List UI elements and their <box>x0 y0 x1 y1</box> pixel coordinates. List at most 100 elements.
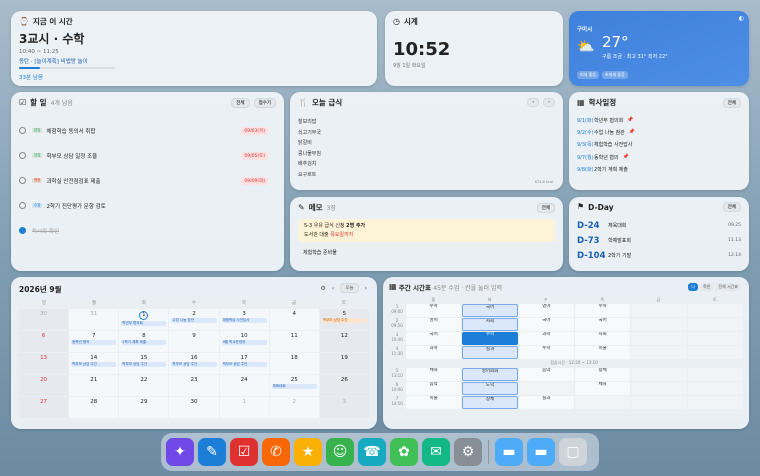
calendar-day[interactable]: 9 <box>169 331 219 352</box>
timetable-cell[interactable] <box>687 396 743 409</box>
calendar-event[interactable]: 9월 학교운영위 <box>221 340 267 345</box>
timetable-cell[interactable]: 실과 <box>462 346 518 359</box>
memo-all-button[interactable]: 전체 <box>536 202 555 213</box>
timetable-cell[interactable]: 체육 <box>574 382 631 395</box>
timetable-cell[interactable] <box>687 346 743 359</box>
calendar-day[interactable]: 18 <box>269 353 319 374</box>
settings-icon[interactable]: ⚙ <box>321 285 326 292</box>
settings-icon[interactable]: ⚙ <box>454 438 482 466</box>
schedule-item[interactable]: 9/3(목) 체험학습 사전답사 <box>577 139 741 151</box>
calendar-day[interactable]: 24 <box>219 375 269 396</box>
calendar-day[interactable]: 21 <box>69 375 119 396</box>
prev-day-button[interactable]: ‹ <box>527 98 540 107</box>
timetable-cell[interactable]: 영어회화 <box>462 368 518 381</box>
timetable-cell[interactable] <box>631 396 687 409</box>
now-card[interactable]: ⌚ 지금 이 시간 3교시 · 수학 10:40 ~ 11:25 동탄 · [늘이… <box>11 11 377 86</box>
timetable-cell[interactable]: 사회 <box>462 318 518 331</box>
weather-card[interactable]: ◐ 구미시 ⛅ 27° 구름 조금 · 최고 31° 최저 22° 미세 좋음 … <box>569 11 749 86</box>
timetable-cell[interactable]: 영어 <box>406 318 462 331</box>
calendar-event[interactable]: 학부모 상담 주간 <box>321 318 367 323</box>
calendar-day[interactable]: 3 체험학습 사전답사 <box>219 309 269 330</box>
dday-item[interactable]: D-104 2학기 기말 12.14 <box>577 248 741 263</box>
timetable-cell[interactable]: 영어 <box>518 304 574 317</box>
calendar-day[interactable]: 23 <box>169 375 219 396</box>
timetable-cell[interactable] <box>687 304 743 317</box>
trash-icon[interactable]: ▢ <box>559 438 587 466</box>
next-month-button[interactable]: › <box>365 285 367 292</box>
timetable-cell[interactable] <box>631 332 687 345</box>
calendar-day[interactable]: 19 <box>319 353 369 374</box>
memo-extra[interactable]: 체험학습 준비물 <box>298 249 555 256</box>
calendar-event[interactable]: 동학년 협의 <box>71 340 117 345</box>
calendar-event[interactable]: 학부모 상담 주간 <box>221 362 267 367</box>
calendar-day[interactable]: 28 <box>69 397 119 418</box>
calendar-day[interactable]: 30 <box>169 397 219 418</box>
calendar-day[interactable]: 15 학부모 상담 주간 <box>119 353 169 374</box>
todo-checkbox[interactable] <box>19 127 26 134</box>
schedule-item[interactable]: 9/2(수) 수업 나눔 참관 📌 <box>577 126 741 138</box>
timetable-cell[interactable]: 음악 <box>518 368 574 381</box>
timetable-cell[interactable]: 창체 <box>462 396 518 409</box>
todo-checkbox[interactable] <box>19 177 26 184</box>
calendar-day[interactable]: 11 <box>269 331 319 352</box>
checklist-icon[interactable]: ☑ <box>230 438 258 466</box>
tab-me[interactable]: 나 <box>688 283 698 291</box>
timetable-cell[interactable]: 수학 <box>574 304 631 317</box>
calendar-day[interactable]: 13 <box>19 353 69 374</box>
folder2-icon[interactable]: ▬ <box>527 438 555 466</box>
calendar-day[interactable]: 1 <box>219 397 269 418</box>
prev-month-button[interactable]: ‹ <box>332 285 334 292</box>
timetable-cell[interactable]: 수학 <box>518 346 574 359</box>
calendar-event[interactable]: 학부모 상담 주간 <box>171 362 217 367</box>
tab-all[interactable]: 전체 시간표 <box>715 283 741 291</box>
ai-assistant-icon[interactable]: ✦ <box>166 438 194 466</box>
timetable-cell[interactable] <box>631 382 687 395</box>
calendar-day[interactable]: 7 동학년 협의 <box>69 331 119 352</box>
timetable-cell[interactable] <box>687 368 743 381</box>
next-day-button[interactable]: › <box>543 98 555 107</box>
timetable-cell[interactable] <box>687 332 743 345</box>
timetable-cell[interactable]: 사회 <box>574 332 631 345</box>
todo-item[interactable]: 담임 체험학습 동의서 취합 09/03(목) <box>19 118 276 143</box>
timetable-cell[interactable] <box>518 382 574 395</box>
calendar-day[interactable]: 31 <box>69 309 119 330</box>
timetable-cell[interactable]: 미술 <box>574 346 631 359</box>
timetable-cell[interactable] <box>631 368 687 381</box>
timetable-cell[interactable]: 국어 <box>406 332 462 345</box>
broom-icon[interactable]: ✿ <box>390 438 418 466</box>
timetable-cell[interactable] <box>631 318 687 331</box>
calendar-day[interactable]: 16 학부모 상담 주간 <box>169 353 219 374</box>
todo-collapse-button[interactable]: 접수기 <box>253 97 276 108</box>
calendar-day[interactable]: 10 9월 학교운영위 <box>219 331 269 352</box>
calendar-day[interactable]: 3 <box>319 397 369 418</box>
calendar-day[interactable]: 5 학부모 상담 주간 <box>319 309 369 330</box>
timetable-cell[interactable] <box>631 346 687 359</box>
todo-checkbox[interactable] <box>19 227 26 234</box>
timetable-cell[interactable]: 음악 <box>406 382 462 395</box>
calendar-day[interactable]: 2 <box>269 397 319 418</box>
dday-item[interactable]: D-24 체육대회 09.25 <box>577 218 741 233</box>
timetable-cell[interactable]: 국어 <box>574 318 631 331</box>
timetable-cell[interactable]: 체육 <box>406 368 462 381</box>
calendar-day[interactable]: 14 학부모 상담 주간 <box>69 353 119 374</box>
calendar-day[interactable]: 4 <box>269 309 319 330</box>
schedule-all-button[interactable]: 전체 <box>722 97 741 108</box>
todo-checkbox[interactable] <box>19 202 26 209</box>
tab-class[interactable]: 학반 <box>699 283 714 291</box>
calendar-event[interactable]: 수업 나눔 참관 <box>171 318 217 323</box>
calendar-event[interactable]: 체험학습 사전답사 <box>221 318 267 323</box>
timetable-cell[interactable]: 도덕 <box>462 382 518 395</box>
timetable-cell[interactable]: 실과 <box>518 396 574 409</box>
timetable-cell[interactable] <box>574 396 631 409</box>
todo-checkbox[interactable] <box>19 152 26 159</box>
memo-note[interactable]: 5-3 우유 급식 신청 2명 추가 도서관 대출 목요일까지 <box>298 219 555 242</box>
todo-all-button[interactable]: 전체 <box>231 97 250 108</box>
dday-all-button[interactable]: 전체 <box>722 202 741 212</box>
calendar-event[interactable]: 학부모 상담 주간 <box>121 362 167 367</box>
timetable-cell[interactable]: 국어 <box>462 304 518 317</box>
calendar-day[interactable]: 17 학부모 상담 주간 <box>219 353 269 374</box>
calendar-day[interactable]: 26 <box>319 375 369 396</box>
timetable-cell[interactable]: 과학 <box>518 332 574 345</box>
moon-icon[interactable]: ◐ <box>739 15 744 22</box>
calendar-day[interactable]: 29 <box>119 397 169 418</box>
